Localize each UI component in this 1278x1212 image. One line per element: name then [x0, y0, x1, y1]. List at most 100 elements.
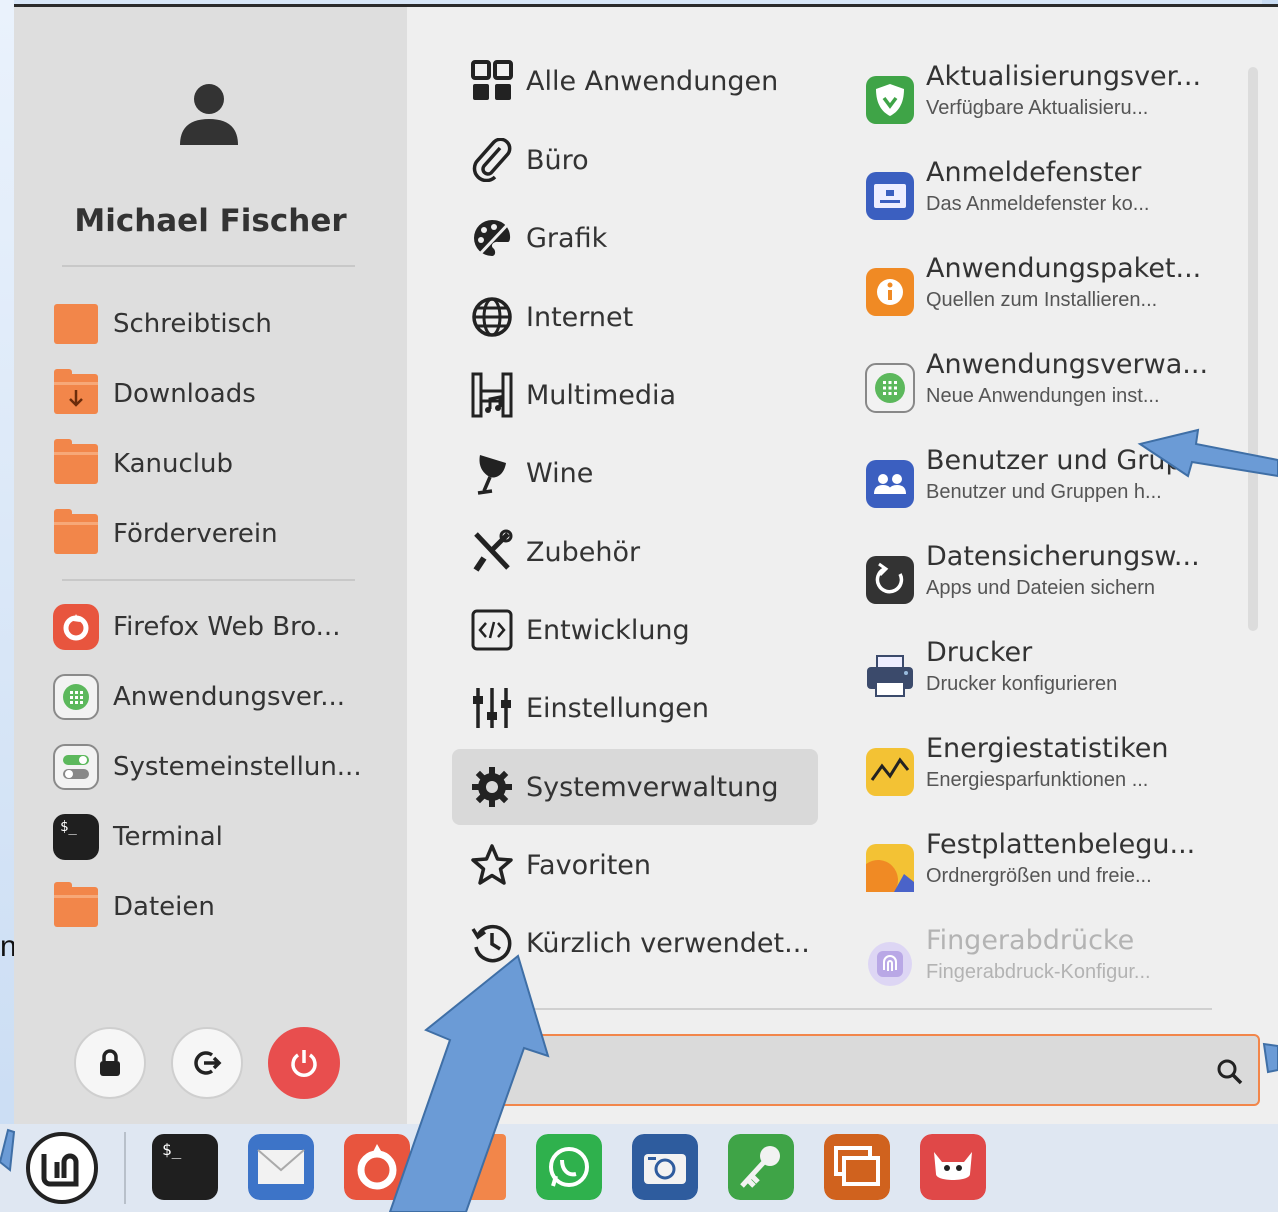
apps-scrollbar[interactable]: [1248, 67, 1258, 631]
files-folder-icon[interactable]: [440, 1134, 506, 1200]
place-label: Downloads: [113, 379, 256, 409]
code-icon: [466, 604, 518, 656]
app-description: Quellen zum Installieren...: [926, 289, 1158, 311]
app-users-groups[interactable]: Benutzer und Grup Benutzer und Gruppen h…: [864, 443, 1224, 533]
category-label: Wine: [526, 457, 594, 489]
login-window-icon: [866, 172, 914, 220]
app-name: Aktualisierungsver...: [926, 61, 1202, 92]
app-description: Verfügbare Aktualisieru...: [926, 97, 1149, 119]
lock-button[interactable]: [74, 1027, 146, 1099]
app-name: Datensicherungsw...: [926, 541, 1200, 572]
taskbar: $_: [0, 1124, 1278, 1212]
graphics-icon: [466, 212, 518, 264]
search-box[interactable]: [482, 1034, 1260, 1106]
app-name: Anmeldefenster: [926, 157, 1142, 188]
place-downloads[interactable]: Downloads: [52, 369, 256, 419]
category-all-apps[interactable]: Alle Anwendungen: [452, 43, 818, 119]
app-printers[interactable]: Drucker Drucker konfigurieren: [864, 635, 1224, 725]
favorite-firefox[interactable]: Firefox Web Bro...: [52, 602, 340, 652]
app-power-statistics[interactable]: Energiestatistiken Energiesparfunktionen…: [864, 731, 1224, 821]
mint-menu-icon[interactable]: [24, 1130, 100, 1206]
software-manager-icon: [865, 363, 915, 413]
category-einstellungen[interactable]: Einstellungen: [452, 670, 818, 746]
tools-icon: [466, 526, 518, 578]
place-label: Kanuclub: [113, 449, 233, 479]
terminal-icon: $_: [52, 813, 100, 861]
app-backup-tool[interactable]: Datensicherungsw... Apps und Dateien sic…: [864, 539, 1224, 629]
category-kuerzlich[interactable]: Kürzlich verwendet...: [452, 905, 818, 981]
category-grafik[interactable]: Grafik: [452, 200, 818, 276]
category-label: Entwicklung: [526, 614, 690, 646]
app-software-manager[interactable]: Anwendungsverwa... Neue Anwendungen inst…: [864, 347, 1224, 437]
mail-icon[interactable]: [248, 1134, 314, 1200]
update-shield-icon: [866, 76, 914, 124]
power-icon: [291, 1050, 317, 1077]
place-schreibtisch[interactable]: Schreibtisch: [52, 299, 272, 349]
search-icon[interactable]: [1216, 1058, 1244, 1086]
session-actions: [74, 1027, 364, 1103]
app-name: Energiestatistiken: [926, 733, 1169, 764]
favorite-software-manager[interactable]: Anwendungsver...: [52, 672, 345, 722]
app-fingerprints[interactable]: Fingerabdrücke Fingerabdruck-Konfigur...: [864, 923, 1224, 1013]
screenshot-icon[interactable]: [632, 1134, 698, 1200]
printer-icon: [867, 655, 913, 697]
place-kanuclub[interactable]: Kanuclub: [52, 439, 233, 489]
app-description: Neue Anwendungen inst...: [926, 385, 1160, 407]
app-update-manager[interactable]: Aktualisierungsver... Verfügbare Aktuali…: [864, 59, 1224, 149]
app-name: Fingerabdrücke: [926, 925, 1135, 956]
category-label: Favoriten: [526, 849, 652, 881]
globe-icon: [466, 291, 518, 343]
app-software-sources[interactable]: Anwendungspaket... Quellen zum Installie…: [864, 251, 1224, 341]
category-label: Zubehör: [526, 536, 641, 568]
favorite-terminal[interactable]: $_ Terminal: [52, 812, 223, 862]
application-menu: Michael Fischer Schreibtisch Downloads K…: [14, 4, 1278, 1124]
app-description: Das Anmeldefenster ko...: [926, 193, 1150, 215]
category-entwicklung[interactable]: Entwicklung: [452, 592, 818, 668]
place-label: Förderverein: [113, 519, 278, 549]
paperclip-icon: [466, 134, 518, 186]
category-systemverwaltung[interactable]: Systemverwaltung: [452, 749, 818, 825]
fingerprint-icon: [868, 942, 912, 986]
gear-icon: [466, 761, 518, 813]
app-description: Drucker konfigurieren: [926, 673, 1118, 695]
favorite-files[interactable]: Dateien: [52, 882, 215, 932]
category-internet[interactable]: Internet: [452, 279, 818, 355]
multimedia-icon: [466, 369, 518, 421]
category-favoriten[interactable]: Favoriten: [452, 827, 818, 903]
whatsapp-icon[interactable]: [536, 1134, 602, 1200]
search-input[interactable]: [494, 1046, 1194, 1094]
all-apps-icon: [466, 55, 518, 107]
gimp-icon[interactable]: [920, 1134, 986, 1200]
sidebar-divider: [62, 265, 355, 267]
app-login-window[interactable]: Anmeldefenster Das Anmeldefenster ko...: [864, 155, 1224, 245]
firefox-icon[interactable]: [344, 1134, 410, 1200]
lock-icon: [100, 1049, 120, 1076]
app-disk-usage[interactable]: Festplattenbelegu... Ordnergrößen und fr…: [864, 827, 1224, 917]
favorite-system-settings[interactable]: Systemeinstellun...: [52, 742, 362, 792]
category-multimedia[interactable]: Multimedia: [452, 357, 818, 433]
disk-usage-icon: [866, 844, 914, 892]
terminal-icon[interactable]: $_: [152, 1134, 218, 1200]
history-icon: [466, 917, 518, 969]
software-manager-icon: [52, 673, 100, 721]
desktop-folder-icon: [52, 300, 100, 348]
category-label: Multimedia: [526, 379, 677, 411]
logout-button[interactable]: [171, 1027, 243, 1099]
downloads-folder-icon: [52, 369, 100, 418]
category-label: Grafik: [526, 222, 608, 254]
app-name: Benutzer und Grup: [926, 445, 1183, 476]
category-label: Kürzlich verwendet...: [526, 927, 810, 959]
category-label: Einstellungen: [526, 692, 710, 724]
password-key-icon[interactable]: [728, 1134, 794, 1200]
category-label: Alle Anwendungen: [526, 65, 779, 97]
app-description: Fingerabdruck-Konfigur...: [926, 961, 1151, 983]
window-manager-icon[interactable]: [824, 1134, 890, 1200]
category-zubehoer[interactable]: Zubehör: [452, 514, 818, 590]
menu-sidebar: Michael Fischer Schreibtisch Downloads K…: [14, 7, 407, 1124]
category-wine[interactable]: Wine: [452, 435, 818, 511]
category-buero[interactable]: Büro: [452, 122, 818, 198]
sliders-icon: [466, 682, 518, 734]
place-foerderverein[interactable]: Förderverein: [52, 509, 278, 559]
user-avatar-icon[interactable]: [174, 79, 244, 151]
shutdown-button[interactable]: [268, 1027, 340, 1099]
